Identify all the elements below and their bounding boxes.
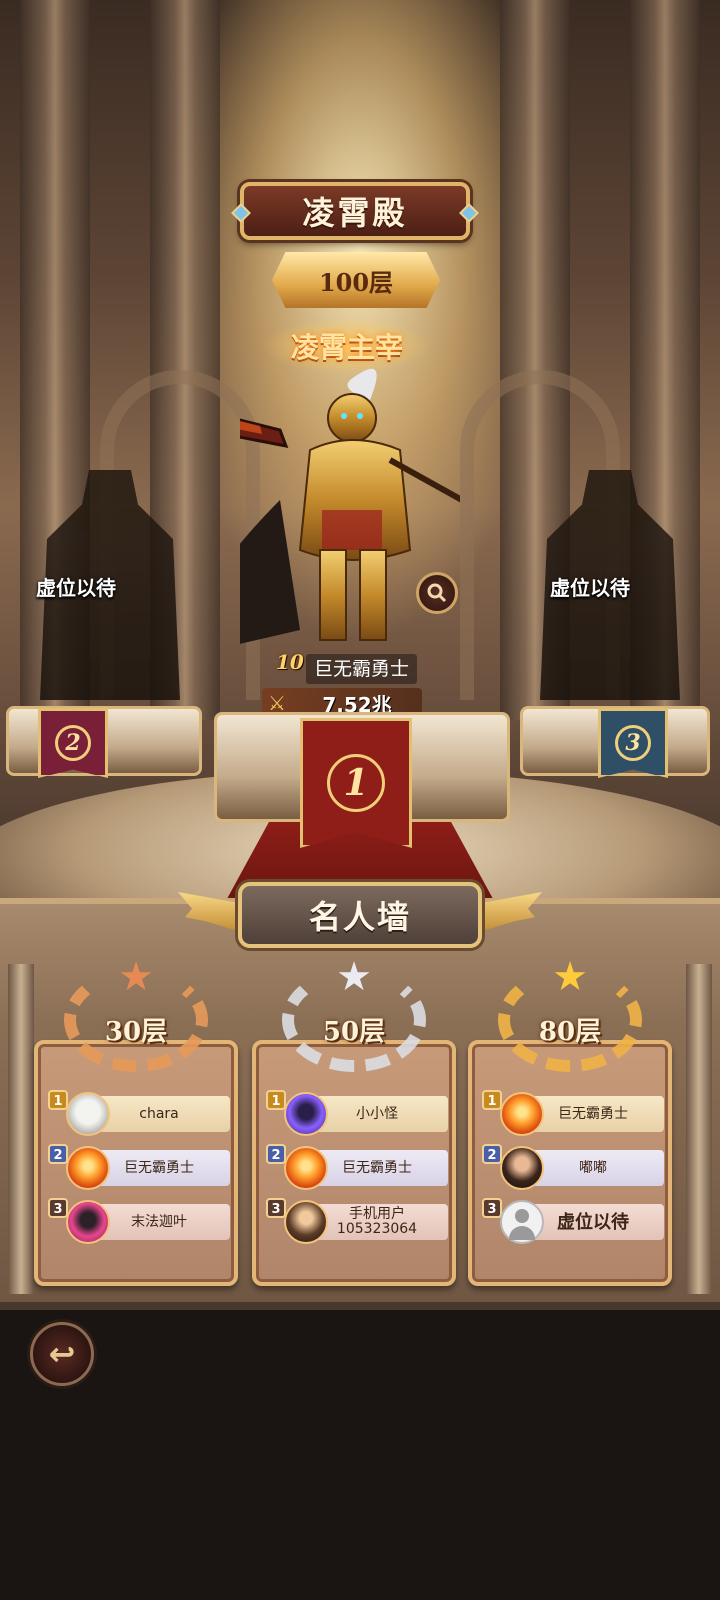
third-place-placeholder: 虚位以待 [550, 576, 630, 600]
fire-avatar-icon[interactable] [284, 1146, 328, 1190]
bronze-star-icon: ★ [118, 954, 154, 1000]
second-place-rank: 2 [55, 725, 91, 761]
rank-number: 2 [266, 1144, 286, 1164]
fame-row[interactable]: 3 手机用户 105323064 [266, 1198, 448, 1244]
fame-floor-label: 80层 [538, 1016, 602, 1047]
fire-avatar-icon[interactable] [500, 1092, 544, 1136]
rank-number: 3 [266, 1198, 286, 1218]
rank-number: 1 [482, 1090, 502, 1110]
champion-level: 10 [276, 650, 304, 674]
fame-row[interactable]: 2 巨无霸勇士 [266, 1144, 448, 1190]
fame-row[interactable]: 1 chara [48, 1090, 230, 1136]
rank-number: 3 [482, 1198, 502, 1218]
magnifier-icon [427, 583, 447, 603]
fame-floor-label: 30层 [104, 1016, 168, 1047]
fame-left-pillar [8, 964, 34, 1294]
fame-row[interactable]: 3 虚位以待 [482, 1198, 664, 1244]
rank-number: 3 [48, 1198, 68, 1218]
rank-number: 2 [48, 1144, 68, 1164]
fame-row[interactable]: 2 嘟嘟 [482, 1144, 664, 1190]
purple-avatar-icon[interactable] [284, 1092, 328, 1136]
fame-floor-label: 50层 [322, 1016, 386, 1047]
first-place-rank: 1 [327, 754, 385, 812]
champion-name: 巨无霸勇士 [306, 654, 418, 684]
fame-right-pillar [686, 964, 712, 1294]
hall-title-plaque: 凌霄殿 [231, 182, 479, 240]
fame-row[interactable]: 1 巨无霸勇士 [482, 1090, 664, 1136]
inspect-button[interactable] [416, 572, 458, 614]
fame-row[interactable]: 2 巨无霸勇士 [48, 1144, 230, 1190]
champion-hero-figure[interactable] [240, 360, 460, 660]
hall-of-fame-title-text: 名人墙 [308, 898, 411, 936]
hall-of-fame-title: 名人墙 [238, 882, 482, 948]
pink-avatar-icon[interactable] [66, 1200, 110, 1244]
second-place-banner: 2 [38, 708, 108, 778]
floor-badge: 100层 [272, 252, 440, 308]
rank-number: 2 [482, 1144, 502, 1164]
third-place-banner: 3 [598, 708, 668, 778]
fame-row[interactable]: 3 末法迦叶 [48, 1198, 230, 1244]
third-place-rank: 3 [615, 725, 651, 761]
cat-avatar-icon[interactable] [66, 1092, 110, 1136]
gold-star-icon: ★ [552, 954, 588, 1000]
fame-row[interactable]: 1 小小怪 [266, 1090, 448, 1136]
first-place-banner: 1 [300, 718, 412, 848]
back-button[interactable]: ↩ [30, 1322, 94, 1386]
back-arrow-icon: ↩ [48, 1335, 76, 1373]
rank-number: 1 [48, 1090, 68, 1110]
warrior-avatar-icon[interactable] [284, 1200, 328, 1244]
floor-badge-label: 100层 [318, 267, 394, 297]
silver-star-icon: ★ [336, 954, 372, 1000]
hall-title: 凌霄殿 [302, 194, 408, 232]
second-place-placeholder: 虚位以待 [36, 576, 116, 600]
fire-avatar-icon[interactable] [66, 1146, 110, 1190]
empty-avatar-icon [500, 1200, 544, 1244]
lady-avatar-icon[interactable] [500, 1146, 544, 1190]
rank-number: 1 [266, 1090, 286, 1110]
